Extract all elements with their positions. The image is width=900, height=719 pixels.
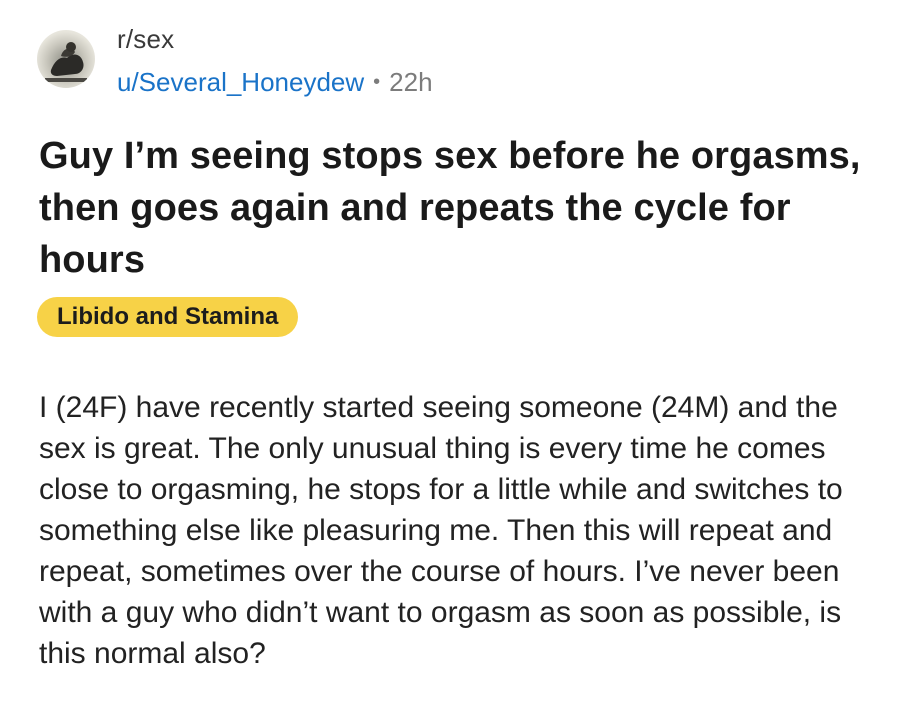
post-age: 22h xyxy=(389,67,433,97)
author-username[interactable]: u/Several_Honeydew xyxy=(117,67,364,97)
byline: u/Several_Honeydew • 22h xyxy=(117,67,433,97)
separator-dot: • xyxy=(373,71,381,93)
post-meta: r/sex u/Several_Honeydew • 22h xyxy=(117,24,433,97)
post-header: r/sex u/Several_Honeydew • 22h xyxy=(37,24,433,97)
post-title[interactable]: Guy I’m seeing stops sex before he orgas… xyxy=(39,130,869,286)
subreddit-avatar[interactable] xyxy=(37,30,95,88)
post-card: r/sex u/Several_Honeydew • 22h Guy I’m s… xyxy=(0,0,900,719)
subreddit-name[interactable]: r/sex xyxy=(117,24,433,54)
post-body: I (24F) have recently started seeing som… xyxy=(39,391,843,670)
post-flair[interactable]: Libido and Stamina xyxy=(37,297,299,337)
statue-icon xyxy=(45,42,87,82)
